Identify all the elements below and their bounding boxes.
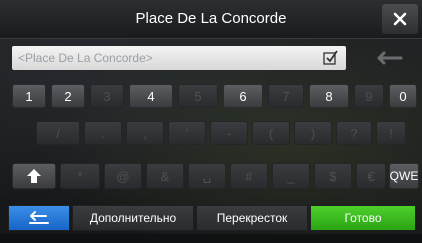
key-hyphen: -: [210, 121, 248, 145]
backspace-button[interactable]: [362, 44, 412, 72]
close-button[interactable]: [382, 4, 418, 34]
edit-checkbox-icon[interactable]: [322, 50, 338, 66]
key-question: ?: [336, 121, 372, 145]
key-8[interactable]: 8: [309, 84, 349, 108]
key-period: .: [84, 121, 122, 145]
back-return-icon: [29, 211, 49, 224]
key-0[interactable]: 0: [389, 84, 417, 108]
key-close-paren: ): [294, 121, 332, 145]
key-3: 3: [90, 84, 124, 108]
key-at: @: [104, 163, 142, 189]
key-2[interactable]: 2: [51, 84, 85, 108]
keyboard-screen: Place De La Concorde <Place De La Concor…: [0, 0, 422, 243]
key-space: ␣: [188, 163, 226, 189]
key-euro: €: [356, 163, 386, 189]
back-button[interactable]: [8, 205, 70, 231]
key-5: 5: [178, 84, 218, 108]
key-9: 9: [354, 84, 384, 108]
key-asterisk: *: [60, 163, 100, 189]
close-icon: [393, 12, 407, 26]
more-button[interactable]: Дополнительно: [72, 205, 194, 231]
search-placeholder: <Place De La Concorde>: [18, 51, 153, 65]
title-bar: Place De La Concorde: [0, 0, 422, 39]
key-6[interactable]: 6: [223, 84, 263, 108]
shift-arrow-icon: [27, 169, 41, 183]
bottom-strip: [0, 234, 422, 243]
key-7: 7: [268, 84, 304, 108]
shift-key[interactable]: [12, 163, 56, 189]
key-dollar: $: [314, 163, 352, 189]
key-ampersand: &: [146, 163, 184, 189]
page-title: Place De La Concorde: [135, 10, 287, 27]
bottom-bar: Дополнительно Перекресток Готово: [0, 205, 422, 231]
layout-switch-button[interactable]: QWE: [389, 163, 419, 189]
done-button[interactable]: Готово: [310, 205, 416, 231]
key-apostrophe: ': [168, 121, 206, 145]
key-comma: ,: [126, 121, 164, 145]
key-underscore: _: [272, 163, 310, 189]
backspace-arrow-icon: [377, 51, 403, 65]
search-input[interactable]: <Place De La Concorde>: [12, 46, 346, 70]
key-hash: #: [230, 163, 268, 189]
key-1[interactable]: 1: [12, 84, 46, 108]
crossing-button[interactable]: Перекресток: [196, 205, 308, 231]
key-slash: /: [36, 121, 80, 145]
key-exclamation: !: [376, 121, 406, 145]
key-open-paren: (: [252, 121, 290, 145]
key-4[interactable]: 4: [129, 84, 173, 108]
